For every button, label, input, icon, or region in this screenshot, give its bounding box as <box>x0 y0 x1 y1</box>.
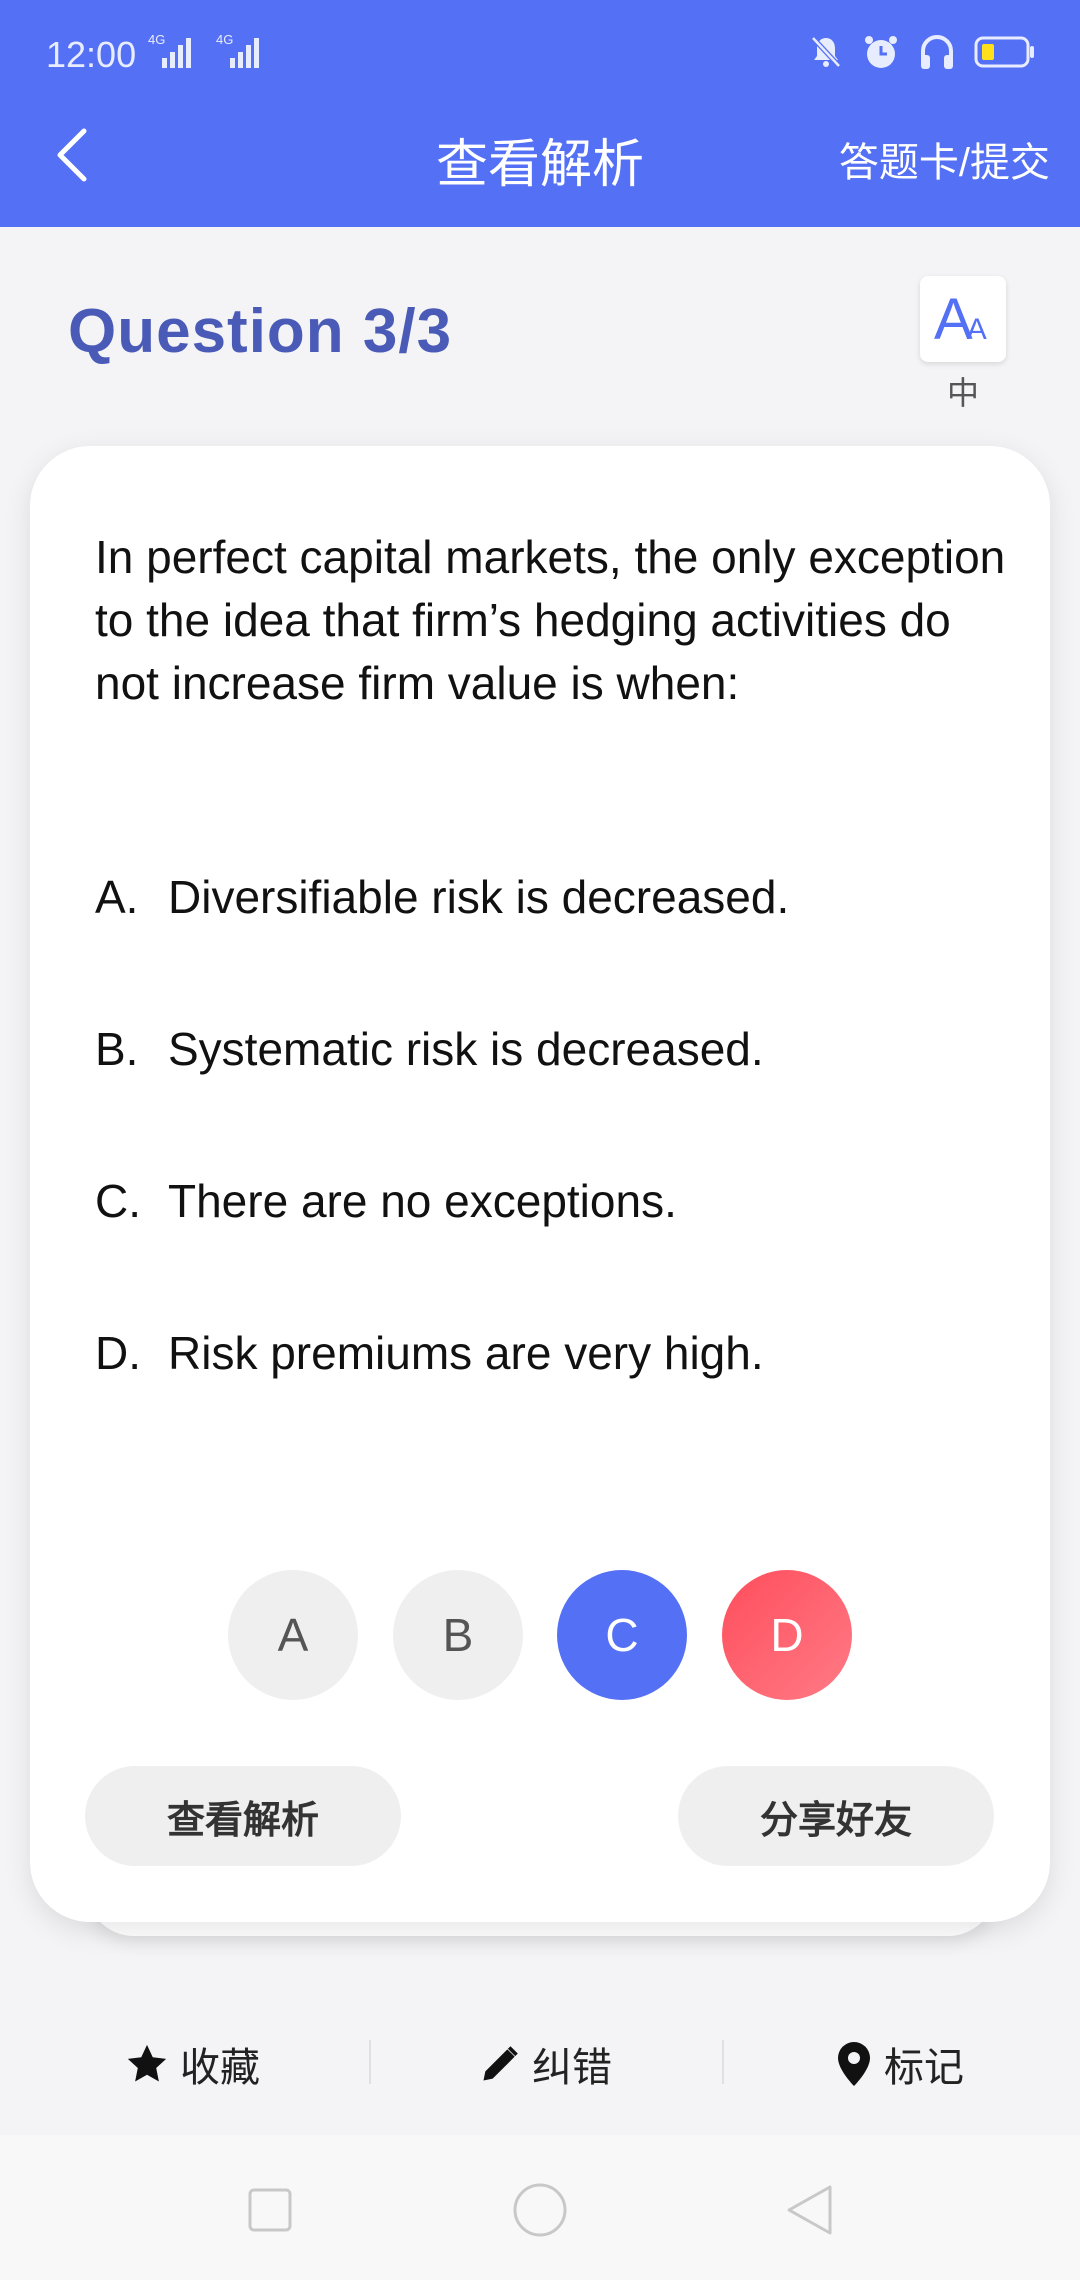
font-size-label: 中 <box>946 375 979 411</box>
app-header: 12:00 4G 4G 查看解析 答题卡/提交 <box>0 0 1080 227</box>
mark-button[interactable]: 标记 <box>834 2034 964 2094</box>
recent-apps-button[interactable] <box>235 2175 305 2245</box>
option-d[interactable]: D. Risk premiums are very high. <box>95 1326 764 1380</box>
share-friends-button[interactable]: 分享好友 <box>678 1766 994 1866</box>
back-button[interactable] <box>50 125 94 185</box>
view-analysis-button[interactable]: 查看解析 <box>85 1766 401 1866</box>
mark-label: 标记 <box>884 2046 964 2090</box>
home-button[interactable] <box>505 2175 575 2245</box>
toolbar-divider <box>722 2040 724 2084</box>
question-text: In perfect capital markets, the only exc… <box>95 531 1006 709</box>
chevron-left-icon <box>57 128 87 182</box>
circle-icon <box>513 2183 567 2237</box>
question-card: In perfect capital markets, the only exc… <box>30 446 1050 1922</box>
option-text: Risk premiums are very high. <box>168 1327 764 1379</box>
option-text: Diversifiable risk is decreased. <box>168 871 790 923</box>
option-letter: C. <box>95 1175 141 1227</box>
option-text: Systematic risk is decreased. <box>168 1023 764 1075</box>
report-error-button[interactable]: 纠错 <box>478 2034 612 2094</box>
pencil-icon <box>483 2046 518 2081</box>
signal-icon-1: 4G <box>148 32 194 70</box>
answer-choice-c[interactable]: C <box>557 1570 687 1700</box>
option-b[interactable]: B. Systematic risk is decreased. <box>95 1022 764 1076</box>
status-time: 12:00 <box>46 34 137 75</box>
option-letter: B. <box>95 1023 139 1075</box>
option-a[interactable]: A. Diversifiable risk is decreased. <box>95 870 789 924</box>
option-letter: A. <box>95 871 139 923</box>
answer-choice-a[interactable]: A <box>228 1570 358 1700</box>
question-label: Question <box>68 297 345 366</box>
headphones-icon <box>921 35 953 69</box>
option-letter: D. <box>95 1327 141 1379</box>
mute-bell-icon <box>811 36 841 68</box>
toolbar-divider <box>369 2040 371 2084</box>
system-navigation-bar <box>0 2135 1080 2280</box>
question-progress: 3/3 <box>362 297 453 366</box>
battery-icon <box>974 36 1034 68</box>
triangle-back-icon <box>787 2185 832 2235</box>
page-title: 查看解析 <box>435 136 644 194</box>
question-heading: Question 3/3 <box>68 296 452 367</box>
answer-choice-b[interactable]: B <box>393 1570 523 1700</box>
status-icons <box>808 30 1036 74</box>
font-size-icon: AA <box>934 286 987 353</box>
alarm-icon <box>865 36 897 68</box>
answer-choice-d[interactable]: D <box>722 1570 852 1700</box>
favorite-button[interactable]: 收藏 <box>124 2034 260 2094</box>
star-icon <box>127 2044 167 2082</box>
option-text: There are no exceptions. <box>168 1175 677 1227</box>
answer-sheet-submit-button[interactable]: 答题卡/提交 <box>839 130 1050 188</box>
option-c[interactable]: C. There are no exceptions. <box>95 1174 677 1228</box>
system-back-button[interactable] <box>775 2175 845 2245</box>
report-error-label: 纠错 <box>532 2046 612 2090</box>
favorite-label: 收藏 <box>180 2046 260 2090</box>
font-glyph-small: A <box>966 313 987 346</box>
signal-icon-2: 4G <box>216 32 262 70</box>
font-size-button[interactable]: AA <box>920 276 1006 362</box>
location-pin-icon <box>838 2042 870 2086</box>
square-icon <box>248 2188 292 2232</box>
